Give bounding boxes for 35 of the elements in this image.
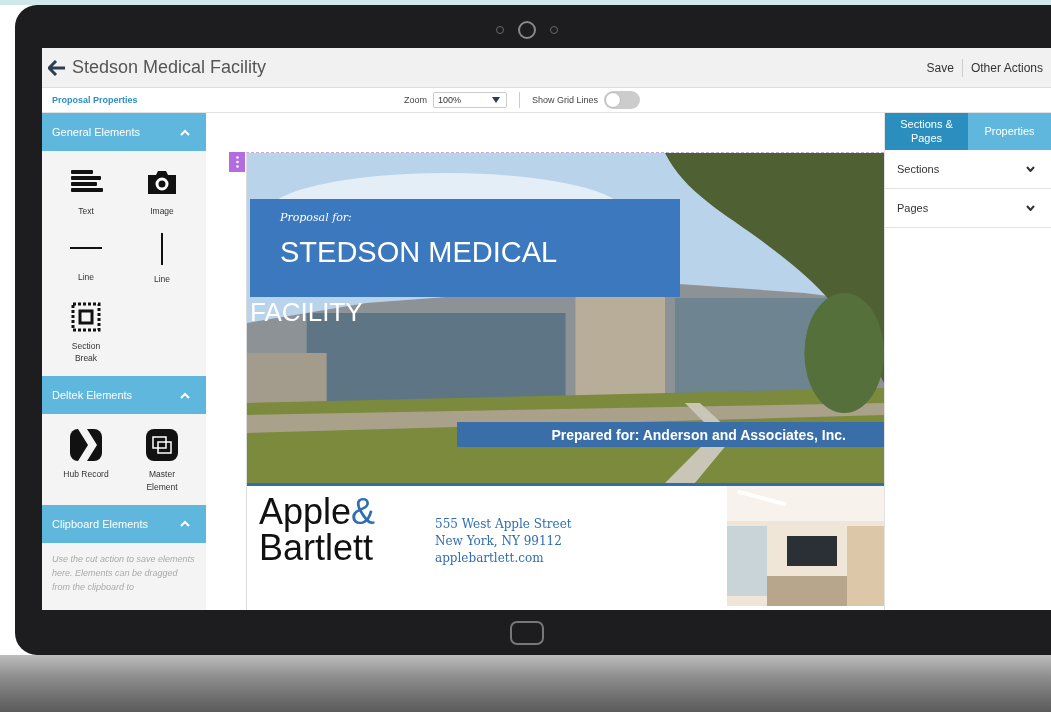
stacked-squares-icon (145, 428, 179, 463)
header-action-button[interactable]: Save (926, 58, 954, 77)
prepared-for-banner: Prepared for: Anderson and Associates, Inc. (457, 422, 884, 447)
element-tool[interactable]: Text (48, 165, 124, 218)
proposal-title: STEDSON MEDICAL (280, 236, 558, 269)
proposal-kicker: Proposal for: (280, 211, 352, 224)
trackpad-icon (508, 619, 545, 646)
drag-handle[interactable] (229, 152, 245, 172)
address-line: 555 West Apple Street (435, 516, 572, 533)
zoom-label: Zoom (404, 95, 427, 105)
zoom-dropdown[interactable]: 100% (433, 92, 507, 108)
header-action-button[interactable]: Other Actions (970, 58, 1043, 77)
panel-tab[interactable]: Sections & Pages (885, 113, 968, 150)
element-tool[interactable]: Section Break (48, 299, 124, 365)
element-tool[interactable]: Master Element (124, 428, 200, 493)
grid-lines-toggle[interactable] (604, 91, 641, 109)
page-title: Stedson Medical Facility (72, 57, 267, 78)
address-line: applebartlett.com (435, 550, 544, 567)
panel-accordion-row[interactable]: Pages (885, 189, 1051, 228)
element-tool[interactable]: Line (48, 231, 124, 286)
chevron-icon (69, 428, 103, 463)
element-tool[interactable]: Hub Record (48, 428, 124, 493)
proposal-properties-link[interactable]: Proposal Properties (52, 95, 138, 105)
element-tool[interactable]: Image (124, 165, 200, 218)
horizontal-line-icon (69, 247, 103, 250)
proposal-title-overflow: FACILITY (250, 297, 363, 328)
company-logo: Apple& Bartlett (258, 490, 377, 566)
panel-accordion-row[interactable]: Sections (885, 150, 1051, 189)
vertical-line-icon (161, 232, 163, 267)
address-line: New York, NY 99112 (435, 533, 562, 550)
grid-lines-label: Show Grid Lines (532, 95, 599, 105)
caret-icon (492, 97, 500, 103)
element-tool[interactable]: Line (124, 231, 200, 286)
back-arrow-icon[interactable] (48, 59, 66, 76)
clipboard-hint: Use the cut action to save elements here. Elements can be dragged from the clipboard to (51, 552, 196, 594)
